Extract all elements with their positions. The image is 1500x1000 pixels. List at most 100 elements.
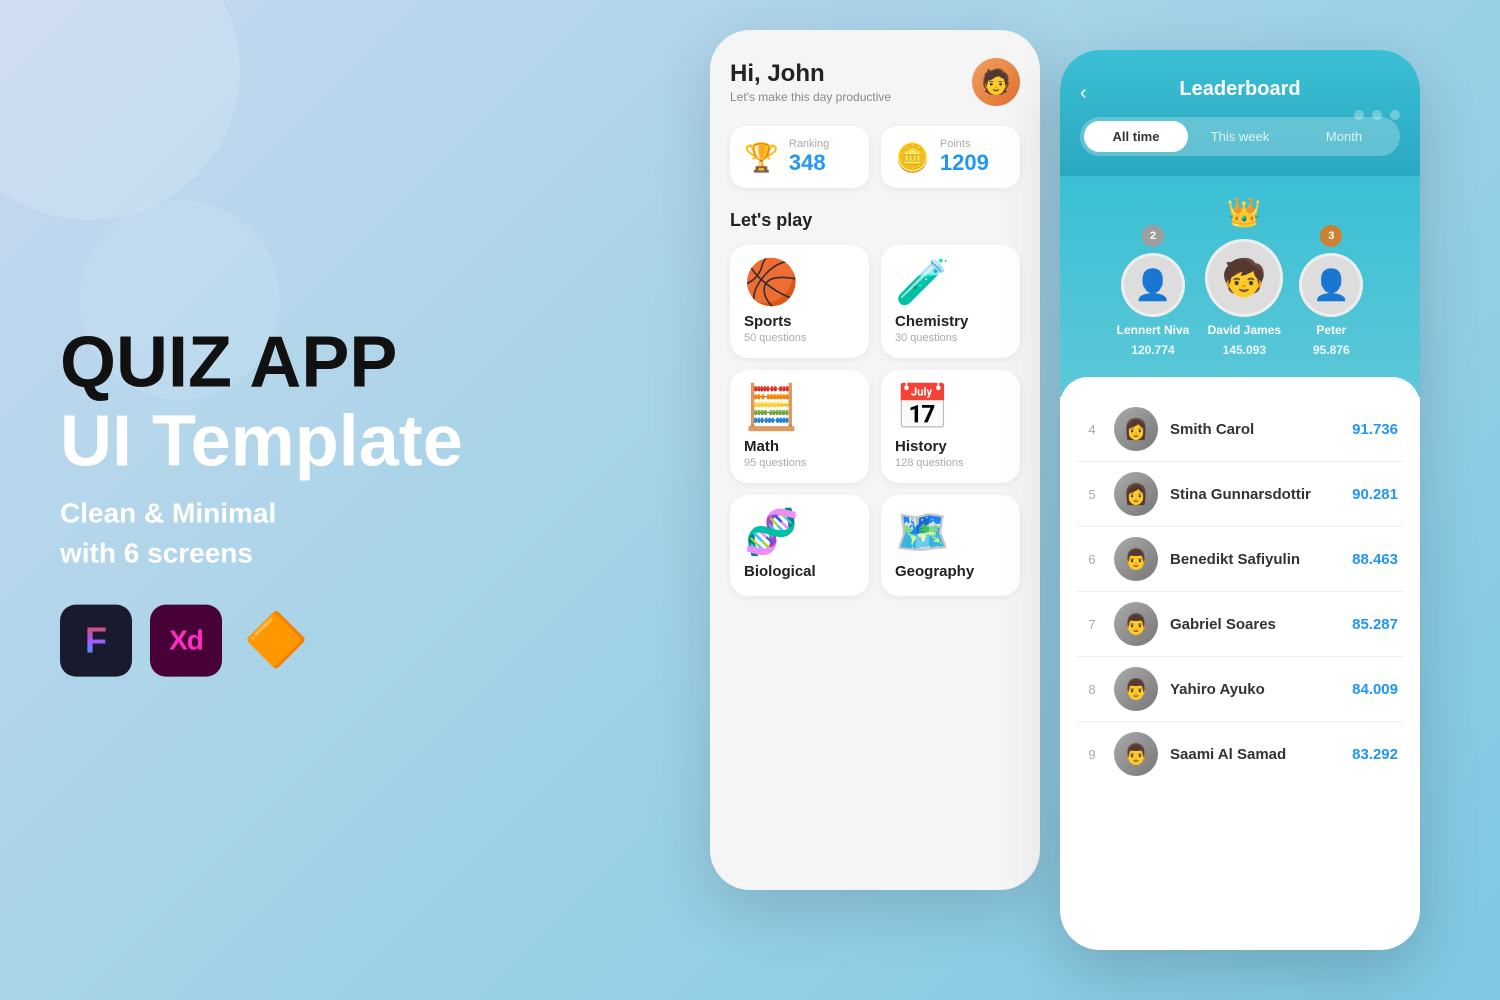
quiz-card-history[interactable]: 📅 History 128 questions bbox=[881, 370, 1020, 483]
chemistry-questions: 30 questions bbox=[895, 332, 1006, 344]
quiz-header: Hi, John Let's make this day productive … bbox=[730, 58, 1020, 106]
ranking-card: 🏆 Ranking 348 bbox=[730, 126, 869, 188]
math-emoji: 🧮 bbox=[744, 386, 855, 430]
lb-item-6: 6 👨 Benedikt Safiyulin 88.463 bbox=[1076, 527, 1404, 592]
quiz-card-math[interactable]: 🧮 Math 95 questions bbox=[730, 370, 869, 483]
ranking-label: Ranking bbox=[789, 138, 829, 150]
lb-score-6: 88.463 bbox=[1352, 551, 1398, 568]
app-title-line1: QUIZ APP bbox=[60, 324, 480, 403]
podium-3rd: 3 👤 Peter 95.876 bbox=[1299, 225, 1363, 357]
math-questions: 95 questions bbox=[744, 457, 855, 469]
lb-name-9: Saami Al Samad bbox=[1170, 746, 1340, 763]
lb-rank-5: 5 bbox=[1082, 487, 1102, 502]
sports-emoji: 🏀 bbox=[744, 261, 855, 305]
greeting-title: Hi, John bbox=[730, 60, 891, 88]
lb-avatar-6: 👨 bbox=[1114, 537, 1158, 581]
podium-score-3: 95.876 bbox=[1313, 343, 1350, 357]
coin-icon: 🪙 bbox=[895, 141, 930, 174]
points-value: 1209 bbox=[940, 150, 989, 176]
ranking-value: 348 bbox=[789, 150, 829, 176]
quiz-card-geography[interactable]: 🗺️ Geography bbox=[881, 495, 1020, 596]
app-subtitle: Clean & Minimal with 6 screens bbox=[60, 494, 480, 572]
lb-item-5: 5 👩 Stina Gunnarsdottir 90.281 bbox=[1076, 462, 1404, 527]
filter-month[interactable]: Month bbox=[1292, 121, 1396, 152]
lb-avatar-8: 👨 bbox=[1114, 667, 1158, 711]
lb-score-5: 90.281 bbox=[1352, 486, 1398, 503]
geo-name: Geography bbox=[895, 563, 1006, 580]
podium-name-1: David James bbox=[1208, 323, 1281, 337]
podium-avatar-1: 🧒 bbox=[1205, 239, 1283, 317]
greeting-section: Hi, John Let's make this day productive bbox=[730, 60, 891, 104]
lb-score-4: 91.736 bbox=[1352, 421, 1398, 438]
subtitle-line2: with 6 screens bbox=[60, 533, 480, 572]
filter-this-week[interactable]: This week bbox=[1188, 121, 1292, 152]
decorative-dots bbox=[1354, 110, 1400, 120]
podium-score-1: 145.093 bbox=[1223, 343, 1266, 357]
podium-1st: 👑 🧒 David James 145.093 bbox=[1205, 196, 1283, 357]
filter-tabs: All time This week Month bbox=[1080, 117, 1400, 156]
bio-emoji: 🧬 bbox=[744, 511, 855, 555]
lets-play-title: Let's play bbox=[730, 210, 1020, 231]
user-avatar: 🧑 bbox=[972, 58, 1020, 106]
lb-score-9: 83.292 bbox=[1352, 746, 1398, 763]
xd-icon: Xd bbox=[150, 604, 222, 676]
back-button[interactable]: ‹ bbox=[1080, 82, 1087, 105]
app-title-line2: UI Template bbox=[60, 403, 480, 482]
lb-score-7: 85.287 bbox=[1352, 616, 1398, 633]
quiz-card-sports[interactable]: 🏀 Sports 50 questions bbox=[730, 245, 869, 358]
phone-quiz: Hi, John Let's make this day productive … bbox=[710, 30, 1040, 890]
rank-badge-3: 3 bbox=[1320, 225, 1342, 247]
leaderboard-header: ‹ Leaderboard All time This week Month bbox=[1060, 50, 1420, 176]
left-section: QUIZ APP UI Template Clean & Minimal wit… bbox=[60, 324, 480, 677]
chemistry-name: Chemistry bbox=[895, 313, 1006, 330]
podium-name-2: Lennert Niva bbox=[1117, 323, 1190, 337]
points-info: Points 1209 bbox=[940, 138, 989, 176]
sketch-icon: 🔶 bbox=[240, 604, 312, 676]
points-label: Points bbox=[940, 138, 989, 150]
figma-icon: F bbox=[60, 604, 132, 676]
history-emoji: 📅 bbox=[895, 386, 1006, 430]
leaderboard-list: 4 👩 Smith Carol 91.736 5 👩 Stina Gunnars… bbox=[1060, 377, 1420, 806]
lb-rank-7: 7 bbox=[1082, 617, 1102, 632]
math-name: Math bbox=[744, 438, 855, 455]
history-questions: 128 questions bbox=[895, 457, 1006, 469]
leaderboard-title: Leaderboard bbox=[1080, 78, 1400, 101]
lb-name-5: Stina Gunnarsdottir bbox=[1170, 486, 1340, 503]
sports-name: Sports bbox=[744, 313, 855, 330]
lb-item-9: 9 👨 Saami Al Samad 83.292 bbox=[1076, 722, 1404, 786]
quiz-card-biological[interactable]: 🧬 Biological bbox=[730, 495, 869, 596]
lb-name-8: Yahiro Ayuko bbox=[1170, 681, 1340, 698]
history-name: History bbox=[895, 438, 1006, 455]
phones-container: Hi, John Let's make this day productive … bbox=[710, 30, 1420, 950]
lb-score-8: 84.009 bbox=[1352, 681, 1398, 698]
podium-score-2: 120.774 bbox=[1131, 343, 1174, 357]
geo-emoji: 🗺️ bbox=[895, 511, 1006, 555]
quiz-card-chemistry[interactable]: 🧪 Chemistry 30 questions bbox=[881, 245, 1020, 358]
lb-rank-4: 4 bbox=[1082, 422, 1102, 437]
lb-rank-8: 8 bbox=[1082, 682, 1102, 697]
lb-name-6: Benedikt Safiyulin bbox=[1170, 551, 1340, 568]
stats-row: 🏆 Ranking 348 🪙 Points 1209 bbox=[730, 126, 1020, 188]
podium-name-3: Peter bbox=[1316, 323, 1346, 337]
lb-avatar-9: 👨 bbox=[1114, 732, 1158, 776]
lb-avatar-5: 👩 bbox=[1114, 472, 1158, 516]
lb-avatar-7: 👨 bbox=[1114, 602, 1158, 646]
podium-avatar-3: 👤 bbox=[1299, 253, 1363, 317]
lb-name-7: Gabriel Soares bbox=[1170, 616, 1340, 633]
lb-rank-6: 6 bbox=[1082, 552, 1102, 567]
podium-section: 2 👤 Lennert Niva 120.774 👑 🧒 David James… bbox=[1060, 176, 1420, 397]
bio-name: Biological bbox=[744, 563, 855, 580]
greeting-subtitle: Let's make this day productive bbox=[730, 90, 891, 104]
points-card: 🪙 Points 1209 bbox=[881, 126, 1020, 188]
filter-all-time[interactable]: All time bbox=[1084, 121, 1188, 152]
phone-leaderboard: ‹ Leaderboard All time This week Month 2… bbox=[1060, 50, 1420, 950]
lb-item-4: 4 👩 Smith Carol 91.736 bbox=[1076, 397, 1404, 462]
rank-badge-2: 2 bbox=[1142, 225, 1164, 247]
lb-item-8: 8 👨 Yahiro Ayuko 84.009 bbox=[1076, 657, 1404, 722]
ranking-info: Ranking 348 bbox=[789, 138, 829, 176]
quiz-grid: 🏀 Sports 50 questions 🧪 Chemistry 30 que… bbox=[730, 245, 1020, 596]
podium-avatar-2: 👤 bbox=[1121, 253, 1185, 317]
sports-questions: 50 questions bbox=[744, 332, 855, 344]
bg-decoration-1 bbox=[0, 0, 240, 220]
lb-rank-9: 9 bbox=[1082, 747, 1102, 762]
